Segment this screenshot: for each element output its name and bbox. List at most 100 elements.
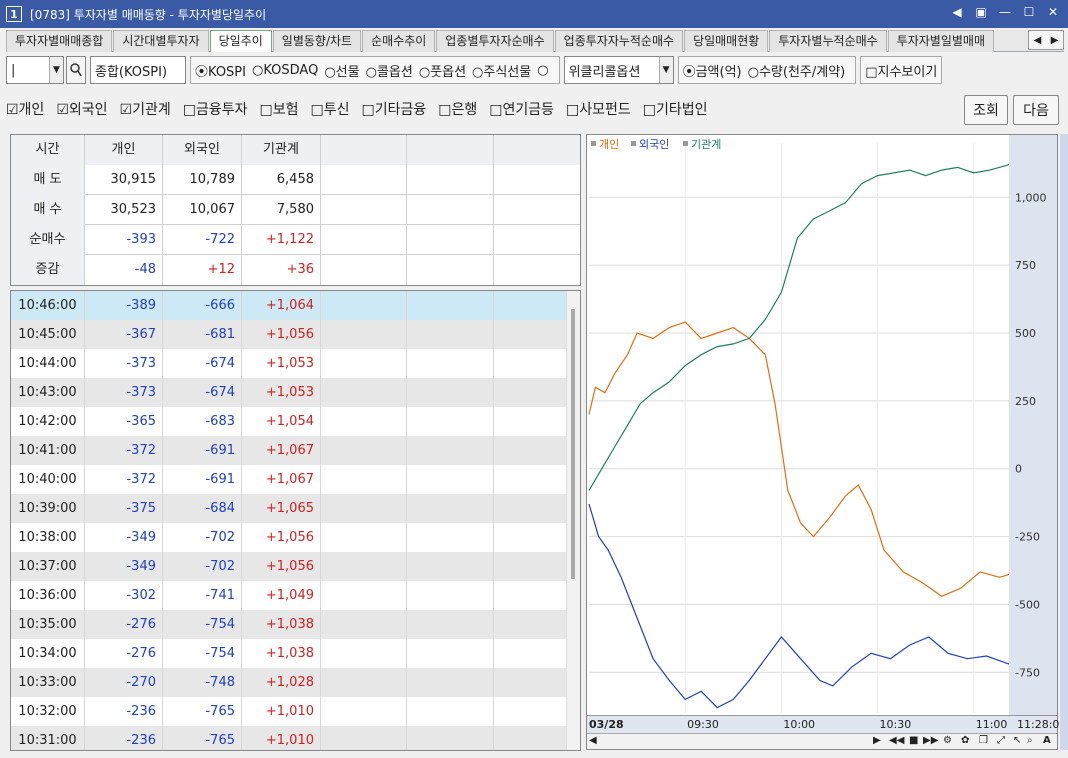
- tab-8[interactable]: 투자자별누적순매수: [769, 30, 887, 52]
- summary-cell: [494, 165, 580, 195]
- series-line-0: [588, 321, 1010, 597]
- market-radio-0[interactable]: ⦿KOSPI: [195, 61, 246, 80]
- investor-checkbox-0[interactable]: ☑개인: [6, 99, 44, 119]
- tab-1[interactable]: 시간대별투자자: [113, 30, 209, 52]
- rewind-icon[interactable]: ◀◀: [889, 735, 904, 746]
- weekly-option-combo[interactable]: 위클리콜옵션 ▼: [563, 56, 674, 84]
- list-row[interactable]: 10:32:00 -236 -765 +1,010: [11, 697, 580, 726]
- investor-checkbox-10[interactable]: □기타법인: [643, 99, 708, 119]
- market-radio-6[interactable]: ○: [537, 63, 548, 78]
- cursor-icon[interactable]: ↖: [1013, 735, 1021, 746]
- legend-marker: [631, 141, 636, 146]
- chevron-down-icon[interactable]: ▼: [49, 57, 63, 83]
- fast-forward-icon[interactable]: ▶▶: [923, 735, 938, 746]
- list-row[interactable]: 10:45:00 -367 -681 +1,056: [11, 320, 580, 349]
- expand-icon[interactable]: ⤢: [997, 735, 1005, 746]
- time-list: 10:46:00 -389 -666 +1,064 10:45:00 -367 -681 +1…: [10, 290, 581, 751]
- list-row[interactable]: 10:31:00 -236 -765 +1,010: [11, 726, 580, 750]
- list-time-cell: 10:38:00: [11, 523, 85, 552]
- scroll-thumb[interactable]: [571, 309, 575, 579]
- menu-icon[interactable]: ▣: [974, 5, 988, 19]
- summary-header-cell: 시간: [11, 135, 85, 165]
- list-time-cell: 10:46:00: [11, 291, 85, 320]
- investor-checkbox-4[interactable]: □보험: [259, 99, 298, 119]
- investor-filter-row: ☑개인 ☑외국인 ☑기관계 □금융투자 □보험 □투신 □기타금융 □은행 □연기금등 □사모펀드…: [6, 92, 1064, 126]
- next-button[interactable]: 다음: [1013, 95, 1059, 125]
- list-scrollbar[interactable]: [566, 291, 580, 750]
- list-row[interactable]: 10:38:00 -349 -702 +1,056: [11, 523, 580, 552]
- query-button[interactable]: 조회: [964, 95, 1008, 125]
- list-value-cell: -754: [163, 639, 242, 668]
- y-tick-label: -500: [1015, 598, 1040, 611]
- investor-checkbox-2[interactable]: ☑기관계: [120, 99, 171, 119]
- summary-cell: -393: [85, 225, 163, 255]
- investor-checkbox-8[interactable]: □연기금등: [489, 99, 554, 119]
- investor-checkbox-1[interactable]: ☑외국인: [56, 99, 107, 119]
- market-combo[interactable]: 종합(KOSPI): [90, 56, 186, 84]
- list-time-cell: 10:44:00: [11, 349, 85, 378]
- list-value-cell: [321, 349, 407, 378]
- show-index-checkbox[interactable]: □지수보이기: [860, 56, 943, 84]
- search-icon[interactable]: [66, 56, 86, 84]
- market-radio-4[interactable]: ○풋옵션: [419, 61, 466, 80]
- tab-4[interactable]: 순매수추이: [362, 30, 436, 52]
- tab-6[interactable]: 업종투자자누적순매수: [554, 30, 684, 52]
- summary-cell: [321, 255, 407, 285]
- list-row[interactable]: 10:44:00 -373 -674 +1,053: [11, 349, 580, 378]
- list-row[interactable]: 10:42:00 -365 -683 +1,054: [11, 407, 580, 436]
- list-value-cell: +1,010: [242, 697, 321, 726]
- investor-checkbox-6[interactable]: □기타금융: [361, 99, 426, 119]
- tab-2[interactable]: 당일추이: [209, 30, 272, 52]
- code-input[interactable]: | ▼: [6, 56, 64, 84]
- tab-scroll-buttons[interactable]: ◀ ▶: [1028, 30, 1064, 50]
- close-icon[interactable]: ✕: [1046, 5, 1060, 19]
- list-row[interactable]: 10:39:00 -375 -684 +1,065: [11, 494, 580, 523]
- list-value-cell: [407, 581, 494, 610]
- market-radio-3[interactable]: ○콜옵션: [366, 61, 413, 80]
- market-radio-5[interactable]: ○주식선물: [472, 61, 531, 80]
- list-row[interactable]: 10:34:00 -276 -754 +1,038: [11, 639, 580, 668]
- summary-row-label: 매 도: [11, 165, 85, 195]
- list-row[interactable]: 10:43:00 -373 -674 +1,053: [11, 378, 580, 407]
- market-radio-1[interactable]: ○KOSDAQ: [252, 63, 318, 78]
- settings-icon[interactable]: ⚙: [943, 735, 952, 746]
- prev-icon[interactable]: ◀: [950, 5, 964, 19]
- summary-cell: [407, 165, 494, 195]
- list-row[interactable]: 10:40:00 -372 -691 +1,067: [11, 465, 580, 494]
- tab-9[interactable]: 투자자별일별매매: [887, 30, 995, 52]
- summary-cell: [494, 225, 580, 255]
- investor-checkbox-5[interactable]: □투신: [310, 99, 349, 119]
- list-row[interactable]: 10:41:00 -372 -691 +1,067: [11, 436, 580, 465]
- market-radio-2[interactable]: ○선물: [324, 61, 359, 80]
- scroll-left-icon[interactable]: ◀: [1034, 35, 1042, 46]
- scroll-right-icon[interactable]: ▶: [1051, 35, 1059, 46]
- list-row[interactable]: 10:46:00 -389 -666 +1,064: [11, 291, 580, 320]
- list-value-cell: [407, 697, 494, 726]
- investor-checkbox-3[interactable]: □금융투자: [183, 99, 248, 119]
- list-value-cell: -236: [85, 697, 163, 726]
- stop-icon[interactable]: ■: [909, 735, 918, 746]
- unit-radio-0[interactable]: ⦿금액(억): [683, 61, 742, 80]
- chevron-down-icon[interactable]: ▼: [658, 57, 673, 83]
- copy-icon[interactable]: ❐: [979, 735, 988, 746]
- gear-icon[interactable]: ✿: [961, 735, 969, 746]
- summary-cell: -48: [85, 255, 163, 285]
- text-icon[interactable]: A: [1043, 735, 1051, 746]
- investor-checkbox-9[interactable]: □사모펀드: [566, 99, 631, 119]
- minimize-icon[interactable]: —: [998, 5, 1012, 19]
- tab-3[interactable]: 일별동향/차트: [272, 30, 362, 52]
- unit-radio-1[interactable]: ○수량(천주/계약): [748, 61, 846, 80]
- list-row[interactable]: 10:36:00 -302 -741 +1,049: [11, 581, 580, 610]
- maximize-icon[interactable]: ☐: [1022, 5, 1036, 19]
- list-row[interactable]: 10:35:00 -276 -754 +1,038: [11, 610, 580, 639]
- tab-7[interactable]: 당일매매현황: [684, 30, 769, 52]
- zoom-icon[interactable]: ⌕: [1027, 735, 1033, 746]
- list-row[interactable]: 10:37:00 -349 -702 +1,056: [11, 552, 580, 581]
- investor-checkbox-7[interactable]: □은행: [438, 99, 477, 119]
- play-icon[interactable]: ▶: [873, 735, 881, 746]
- tab-0[interactable]: 투자자별매매종합: [6, 30, 113, 52]
- list-row[interactable]: 10:33:00 -270 -748 +1,028: [11, 668, 580, 697]
- summary-cell: 10,789: [163, 165, 242, 195]
- tab-5[interactable]: 업종별투자자순매수: [436, 30, 554, 52]
- scroll-left-icon[interactable]: ◀: [589, 735, 597, 746]
